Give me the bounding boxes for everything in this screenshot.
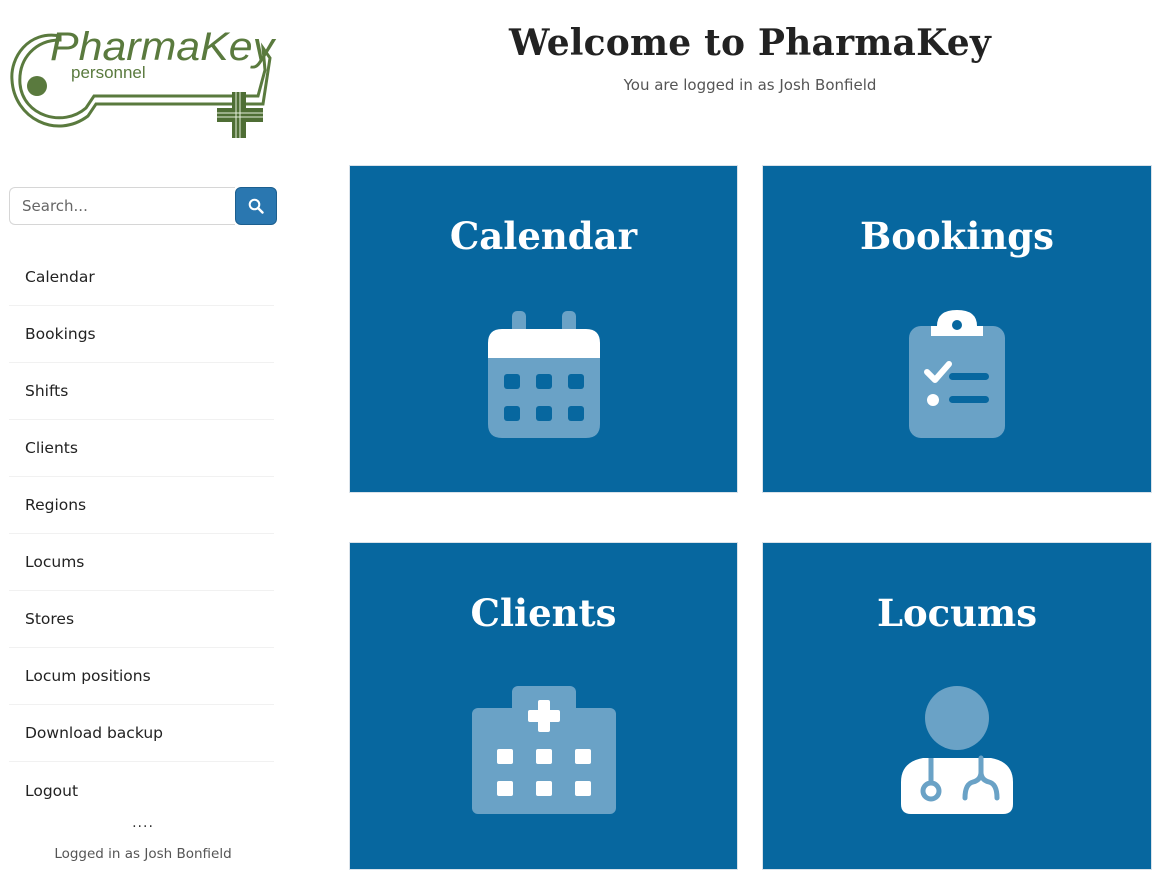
page-subtitle: You are logged in as Josh Bonfield [623, 76, 877, 94]
sidebar-item-regions[interactable]: Regions [9, 477, 274, 534]
search-input[interactable] [9, 187, 235, 225]
search-icon [248, 198, 264, 214]
clipboard-check-icon [909, 310, 1005, 438]
calendar-icon [487, 311, 600, 438]
sidebar-dots: .... [132, 815, 154, 831]
locums-card[interactable]: Locums [762, 542, 1152, 870]
clients-card[interactable]: Clients [349, 542, 738, 870]
clients-card-label: Clients [470, 591, 617, 635]
calendar-card[interactable]: Calendar [349, 165, 738, 493]
sidebar-item-locum-positions[interactable]: Locum positions [9, 648, 274, 705]
sidebar-item-clients[interactable]: Clients [9, 420, 274, 477]
sidebar-item-logout[interactable]: Logout [9, 762, 274, 819]
doctor-icon [901, 686, 1013, 814]
page-header: Welcome to PharmaKey You are logged in a… [340, 22, 1160, 94]
sidebar-logged-in-text: Logged in as Josh Bonfield [54, 846, 232, 862]
search-bar [9, 187, 277, 225]
sidebar: PharmaKey personnel Calendar Bookings Sh… [0, 0, 286, 876]
pharmakey-logo[interactable]: PharmaKey personnel [8, 18, 278, 143]
page-title: Welcome to PharmaKey [509, 22, 991, 64]
sidebar-nav: Calendar Bookings Shifts Clients Regions… [9, 249, 274, 819]
sidebar-item-shifts[interactable]: Shifts [9, 363, 274, 420]
bookings-card[interactable]: Bookings [762, 165, 1152, 493]
calendar-card-label: Calendar [449, 214, 638, 258]
locums-card-label: Locums [876, 591, 1038, 635]
bookings-card-label: Bookings [860, 214, 1054, 258]
search-button[interactable] [235, 187, 277, 225]
sidebar-item-download-backup[interactable]: Download backup [9, 705, 274, 762]
sidebar-item-stores[interactable]: Stores [9, 591, 274, 648]
sidebar-item-calendar[interactable]: Calendar [9, 249, 274, 306]
hospital-icon [471, 686, 616, 814]
logo-tagline: personnel [71, 63, 146, 82]
sidebar-item-bookings[interactable]: Bookings [9, 306, 274, 363]
sidebar-item-locums[interactable]: Locums [9, 534, 274, 591]
